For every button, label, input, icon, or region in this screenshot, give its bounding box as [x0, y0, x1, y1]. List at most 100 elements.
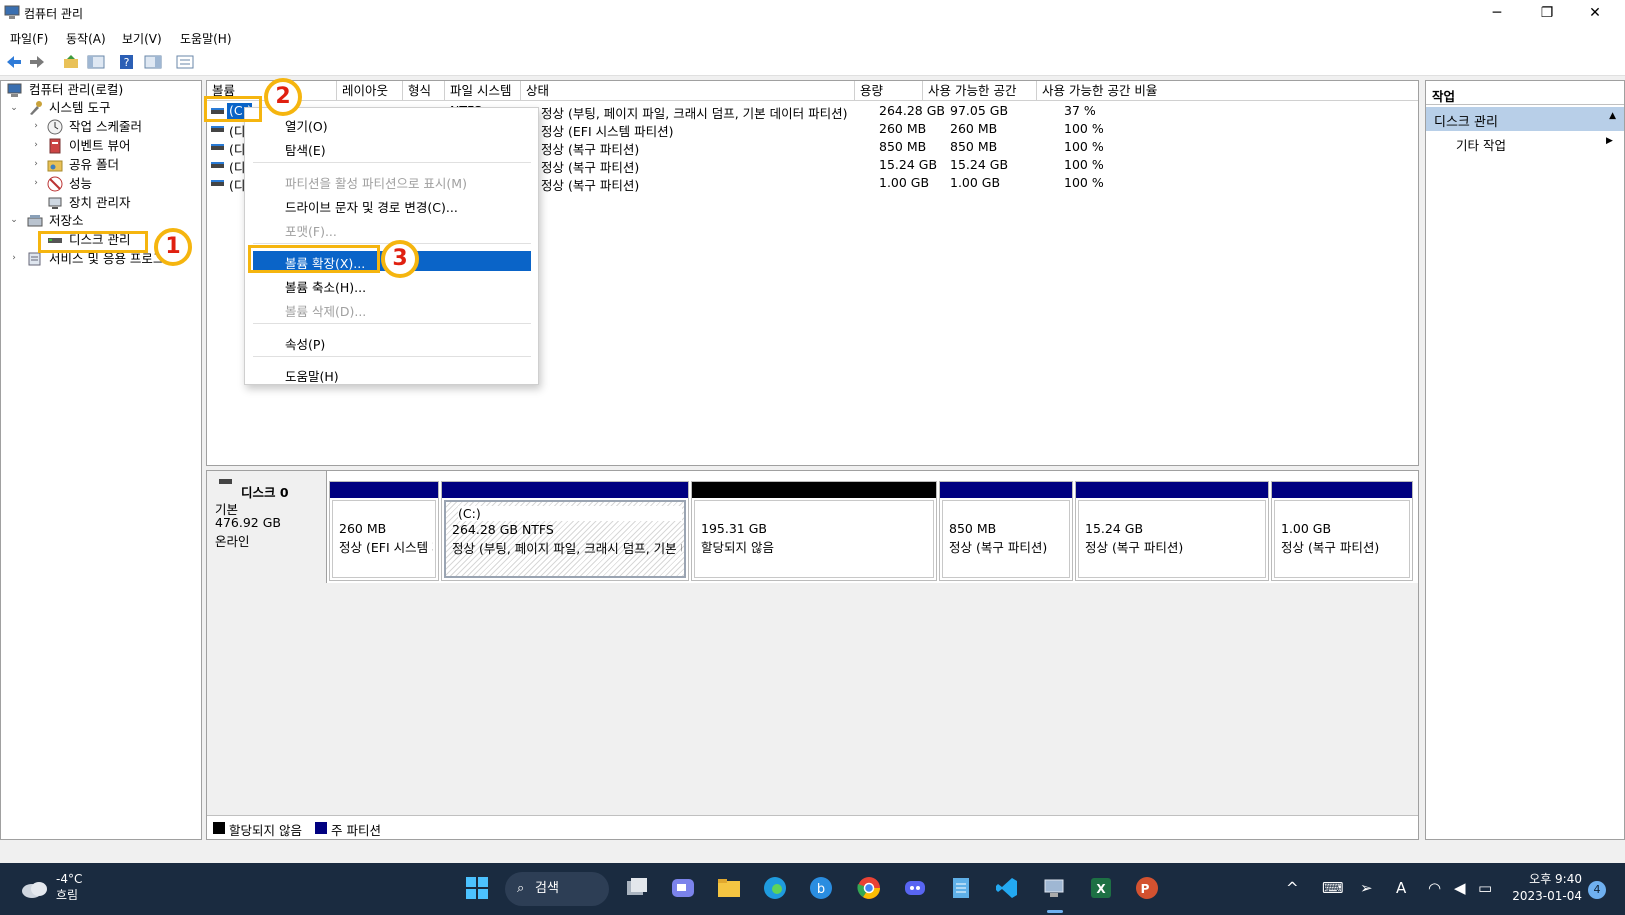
weather-condition: 흐림 — [56, 888, 79, 902]
title-bar: 컴퓨터 관리 ─ ❐ ✕ — [0, 0, 1625, 26]
chevron-up-icon[interactable]: ^ — [1286, 879, 1299, 897]
svg-text:?: ? — [124, 56, 130, 69]
file-explorer-icon[interactable] — [716, 875, 742, 901]
keyboard-icon[interactable]: ⌨ — [1322, 879, 1344, 897]
column-header-capacity[interactable]: 용량 — [855, 81, 923, 101]
partition-bar — [1272, 482, 1412, 498]
show-action-pane-icon[interactable] — [144, 54, 162, 70]
chevron-right-icon[interactable]: › — [31, 140, 41, 150]
disk-info[interactable]: 디스크 0 기본 476.92 GB 온라인 — [207, 471, 327, 583]
legend: 할당되지 않음 주 파티션 — [207, 815, 1418, 839]
partition-c[interactable]: (C:) 264.28 GB NTFS 정상 (부팅, 페이지 파일, 크래시 … — [441, 481, 689, 581]
column-header-layout[interactable]: 레이아웃 — [337, 81, 403, 101]
taskbar-search[interactable]: ⌕ 검색 — [505, 872, 609, 906]
menu-view[interactable]: 보기(V) — [122, 30, 162, 47]
annotation-box-volume-c — [204, 96, 262, 122]
notification-badge[interactable]: 4 — [1588, 881, 1606, 899]
column-header-filesystem[interactable]: 파일 시스템 — [445, 81, 521, 101]
properties-list-icon[interactable] — [176, 54, 194, 70]
tree-root-label: 컴퓨터 관리(로컬) — [29, 82, 124, 97]
free-percent-cell: 100 % — [1064, 175, 1104, 190]
partition-recovery-3[interactable]: 1.00 GB 정상 (복구 파티션) — [1271, 481, 1413, 581]
computer-management-taskbar-icon[interactable] — [1042, 875, 1068, 901]
tree-storage-label: 저장소 — [49, 213, 84, 228]
partition-body: 195.31 GB 할당되지 않음 — [694, 500, 934, 578]
partition-recovery-1[interactable]: 850 MB 정상 (복구 파티션) — [939, 481, 1073, 581]
storage-icon — [27, 215, 43, 227]
computer-management-icon — [7, 83, 22, 97]
capacity-cell: 1.00 GB — [879, 175, 930, 190]
menu-item-open[interactable]: 열기(O) — [285, 116, 328, 135]
up-folder-icon[interactable] — [62, 54, 80, 70]
column-header-type[interactable]: 형식 — [403, 81, 445, 101]
partition-size: 264.28 GB NTFS — [452, 522, 554, 537]
chevron-right-icon[interactable]: › — [31, 178, 41, 188]
partition-body: 260 MB 정상 (EFI 시스템 파티션) — [332, 500, 436, 578]
column-header-free-space[interactable]: 사용 가능한 공간 — [923, 81, 1037, 101]
restore-button[interactable]: ❐ — [1524, 2, 1570, 24]
powerpoint-icon[interactable]: P — [1134, 875, 1160, 901]
partition-recovery-2[interactable]: 15.24 GB 정상 (복구 파티션) — [1075, 481, 1269, 581]
chevron-right-icon[interactable]: › — [31, 121, 41, 131]
chevron-right-icon[interactable]: › — [31, 159, 41, 169]
wifi-icon[interactable]: ◠ — [1428, 879, 1441, 897]
capacity-cell: 15.24 GB — [879, 157, 938, 172]
collapse-up-icon[interactable]: ▲ — [1609, 111, 1616, 121]
forward-arrow-icon[interactable] — [28, 54, 46, 70]
menu-item-delete-volume: 볼륨 삭제(D)... — [285, 304, 367, 319]
submenu-arrow-icon[interactable]: ▶ — [1606, 136, 1613, 146]
menu-item-change-letter[interactable]: 드라이브 문자 및 경로 변경(C)... — [285, 197, 458, 216]
column-header-free-percent[interactable]: 사용 가능한 공간 비율 — [1037, 81, 1418, 101]
actions-section-disk-management[interactable]: 디스크 관리 ▲ — [1426, 107, 1624, 131]
vscode-icon[interactable] — [994, 875, 1020, 901]
close-button[interactable]: ✕ — [1572, 2, 1618, 24]
partition-unallocated[interactable]: 195.31 GB 할당되지 않음 — [691, 481, 937, 581]
show-hide-tree-icon[interactable] — [87, 54, 105, 70]
minimize-button[interactable]: ─ — [1474, 2, 1520, 24]
toolbar: ? — [0, 48, 1625, 76]
chevron-right-icon[interactable]: › — [9, 253, 19, 263]
chrome-browser-icon[interactable] — [856, 875, 882, 901]
partition-efi[interactable]: 260 MB 정상 (EFI 시스템 파티션) — [329, 481, 439, 581]
edge-browser-icon[interactable] — [762, 875, 788, 901]
menu-item-explore[interactable]: 탐색(E) — [285, 140, 326, 159]
column-header-status[interactable]: 상태 — [521, 81, 855, 101]
actions-more[interactable]: 기타 작업 — [1456, 135, 1506, 154]
legend-swatch-primary — [315, 822, 327, 834]
menu-item-shrink-volume[interactable]: 볼륨 축소(H)... — [285, 277, 366, 296]
menu-item-help[interactable]: 도움말(H) — [285, 366, 339, 385]
clock[interactable]: 오후 9:40 2023-01-04 — [1512, 871, 1582, 905]
back-arrow-icon[interactable] — [5, 54, 23, 70]
taskbar: -4°C 흐림 ⌕ 검색 b X P ^ ⌨ ➢ A ◠ ◀ ▭ 오후 9:40… — [0, 863, 1625, 915]
menu-help[interactable]: 도움말(H) — [180, 30, 232, 47]
chevron-down-icon[interactable]: ⌄ — [9, 215, 19, 225]
menu-action[interactable]: 동작(A) — [66, 30, 106, 47]
partition-status: 정상 (부팅, 페이지 파일, 크래시 덤프, 기본 데이터 파티션) — [452, 541, 682, 556]
battery-icon[interactable]: ▭ — [1478, 879, 1492, 897]
tree-performance-label: 성능 — [69, 176, 93, 191]
weather-widget[interactable]: -4°C 흐림 — [56, 871, 82, 903]
volume-icon — [211, 144, 224, 150]
performance-icon — [47, 176, 63, 192]
discord-icon[interactable] — [902, 875, 928, 901]
task-view-icon[interactable] — [624, 875, 650, 901]
tree-task-scheduler-label: 작업 스케줄러 — [69, 119, 142, 134]
menu-file[interactable]: 파일(F) — [10, 30, 48, 47]
windows-start-icon[interactable] — [464, 875, 490, 901]
volume-icon — [211, 162, 224, 168]
event-viewer-icon — [49, 138, 61, 154]
partition-body: (C:) 264.28 GB NTFS 정상 (부팅, 페이지 파일, 크래시 … — [444, 500, 686, 578]
ime-icon[interactable]: A — [1396, 879, 1406, 897]
bing-app-icon[interactable]: b — [808, 875, 834, 901]
computer-management-icon — [4, 5, 20, 19]
chevron-down-icon[interactable]: ⌄ — [9, 103, 19, 113]
volume-icon[interactable]: ◀ — [1454, 879, 1466, 897]
free-space-cell: 260 MB — [950, 121, 998, 136]
location-icon[interactable]: ➢ — [1360, 879, 1373, 897]
excel-icon[interactable]: X — [1088, 875, 1114, 901]
menu-item-properties[interactable]: 속성(P) — [285, 334, 325, 353]
help-icon[interactable]: ? — [118, 54, 136, 70]
teams-chat-icon[interactable] — [670, 875, 696, 901]
empty-area — [207, 583, 1418, 815]
notepad-icon[interactable] — [948, 875, 974, 901]
